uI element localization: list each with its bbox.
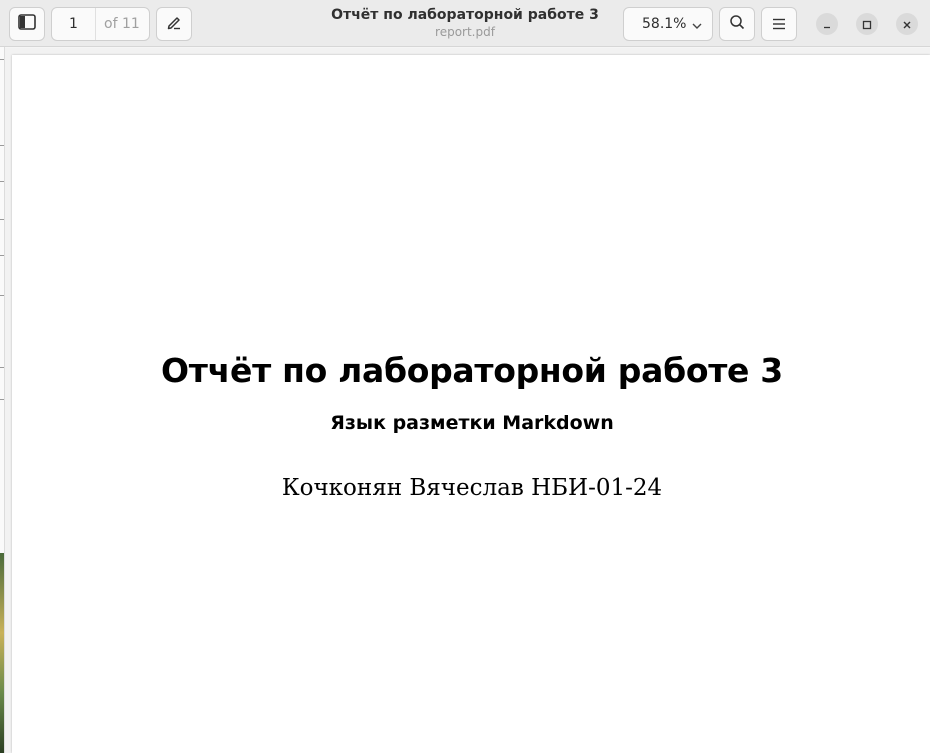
- search-button[interactable]: [719, 7, 755, 41]
- page-number-field[interactable]: 1 of 11: [51, 7, 150, 41]
- zoom-level: 58.1%: [642, 16, 687, 32]
- search-icon: [729, 14, 745, 34]
- window-title: Отчёт по лабораторной работе 3: [331, 7, 599, 23]
- sidebar-toggle-icon: [18, 14, 36, 34]
- close-icon: [902, 15, 912, 34]
- maximize-button[interactable]: [856, 13, 878, 35]
- main-menu-button[interactable]: [761, 7, 797, 41]
- page-total-label: of 11: [104, 16, 140, 32]
- pdf-viewer-window: 1 of 11 Отчёт по лабораторной работе 3 r…: [0, 0, 930, 753]
- document-subtitle: Язык разметки Markdown: [330, 412, 614, 434]
- document-title: Отчёт по лабораторной работе 3: [161, 351, 783, 390]
- pen-icon: [166, 14, 182, 34]
- window-title-block: Отчёт по лабораторной работе 3 report.pd…: [300, 6, 630, 40]
- document-author: Кочконян Вячеслав НБИ-01-24: [281, 475, 663, 501]
- hamburger-menu-icon: [772, 15, 786, 34]
- sidebar-toggle-button[interactable]: [9, 7, 45, 41]
- minimize-icon: [822, 15, 832, 34]
- annotate-button[interactable]: [156, 7, 192, 41]
- pdf-page: Отчёт по лабораторной работе 3 Язык разм…: [12, 55, 930, 753]
- close-button[interactable]: [896, 13, 918, 35]
- zoom-dropdown[interactable]: 58.1%: [623, 7, 713, 41]
- chevron-down-icon: [691, 17, 703, 36]
- maximize-icon: [862, 15, 872, 34]
- minimize-button[interactable]: [816, 13, 838, 35]
- window-subtitle: report.pdf: [435, 25, 495, 39]
- header-bar: 1 of 11 Отчёт по лабораторной работе 3 r…: [0, 0, 930, 47]
- document-view[interactable]: Отчёт по лабораторной работе 3 Язык разм…: [5, 48, 930, 753]
- page-number-input[interactable]: 1: [52, 8, 96, 40]
